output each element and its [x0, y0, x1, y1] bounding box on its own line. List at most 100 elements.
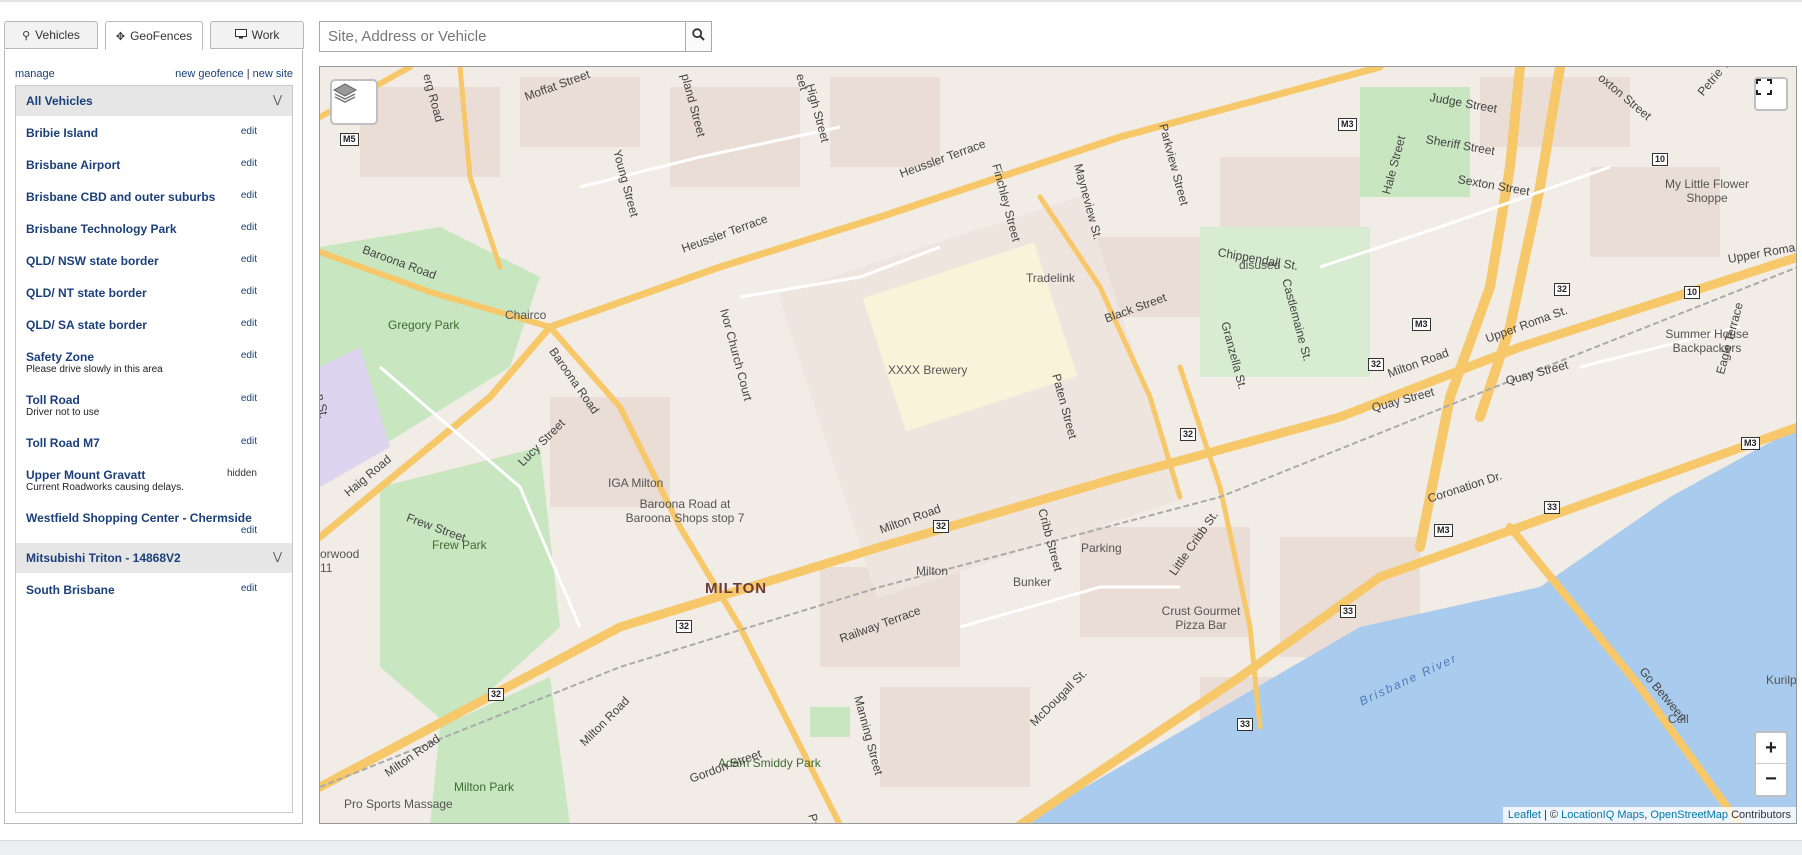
edit-link[interactable]: edit	[241, 436, 257, 447]
zoom-control: + −	[1754, 731, 1788, 797]
route-shield: M3	[1741, 437, 1760, 450]
route-shield: 33	[1237, 718, 1254, 731]
place-label: Baroona Road at Baroona Shops stop 7	[625, 497, 745, 525]
leaflet-link[interactable]: Leaflet	[1508, 809, 1541, 821]
tab-geofences[interactable]: ✥ GeoFences	[105, 21, 203, 51]
edit-link[interactable]: edit	[241, 393, 257, 404]
route-shield: M3	[1338, 118, 1357, 131]
search-button[interactable]	[685, 21, 712, 52]
list-item: QLD/ NT state border edit	[16, 276, 292, 308]
park-label: Gregory Park	[388, 318, 460, 332]
route-shield: 33	[1544, 501, 1561, 514]
route-shield: 33	[1340, 605, 1357, 618]
edit-link[interactable]: edit	[241, 158, 257, 169]
route-shield: 10	[1652, 153, 1669, 166]
tab-vehicles[interactable]: ⚲ Vehicles	[4, 21, 98, 49]
place-label: XXXX Brewery	[888, 363, 968, 377]
geofence-name[interactable]: Brisbane Airport	[26, 158, 120, 172]
fullscreen-button[interactable]	[1754, 77, 1788, 111]
geofence-name[interactable]: Westfield Shopping Center - Chermside	[26, 511, 252, 525]
map[interactable]: MILTON Gregory Park Frew Park Milton Par…	[319, 66, 1797, 824]
chevron-double-down-icon[interactable]: ⋁︎	[273, 550, 282, 563]
tab-work[interactable]: Work	[210, 21, 304, 49]
geofence-name[interactable]: Toll Road	[26, 393, 80, 407]
geofence-name[interactable]: Safety Zone	[26, 350, 94, 364]
place-label: Crust Gourmet Pizza Bar	[1161, 604, 1241, 632]
tab-work-label: Work	[251, 28, 280, 42]
edit-link[interactable]: edit	[241, 222, 257, 233]
geofence-name[interactable]: Upper Mount Gravatt	[26, 468, 145, 482]
geofence-list: All Vehicles ⋁︎ Bribie Island edit Brisb…	[15, 85, 293, 813]
edit-link[interactable]: edit	[241, 254, 257, 265]
group-name: Mitsubishi Triton - 14868V2	[26, 551, 181, 565]
place-label: My Little Flower Shoppe	[1664, 177, 1750, 205]
bottom-bar	[0, 840, 1802, 855]
geofence-name[interactable]: QLD/ SA state border	[26, 318, 147, 332]
search-input[interactable]	[319, 21, 686, 52]
list-item: Brisbane Technology Park edit	[16, 212, 292, 244]
geofence-panel: manage new geofence | new site All Vehic…	[4, 50, 303, 824]
geofence-description: Driver not to use	[26, 407, 100, 418]
place-label: Parking	[1081, 541, 1122, 555]
hidden-status: hidden	[226, 468, 257, 479]
map-marker-icon: ⚲	[22, 29, 31, 42]
edit-link[interactable]: edit	[241, 318, 257, 329]
geofence-name[interactable]: Brisbane Technology Park	[26, 222, 177, 236]
place-label: Milton	[916, 564, 949, 578]
route-shield: 32	[933, 520, 950, 533]
attribution-suffix: Contributors	[1731, 809, 1791, 821]
geofence-name[interactable]: Bribie Island	[26, 126, 98, 140]
list-item: Brisbane CBD and outer suburbs edit	[16, 180, 292, 212]
tab-vehicles-label: Vehicles	[35, 28, 80, 42]
route-shield: 10	[1684, 286, 1701, 299]
attribution-comma: ,	[1644, 809, 1648, 821]
route-shield: M3	[1434, 524, 1453, 537]
list-item: Brisbane Airport edit	[16, 148, 292, 180]
route-shield: M5	[340, 133, 359, 146]
list-item: Bribie Island edit	[16, 116, 292, 148]
park-label: Milton Park	[454, 780, 515, 794]
edit-link[interactable]: edit	[241, 583, 257, 594]
place-label: Pro Sports Massage	[344, 797, 453, 811]
place-label: 11	[320, 561, 333, 575]
manage-link[interactable]: manage	[15, 68, 55, 80]
list-item: Toll Road M7 edit	[16, 426, 292, 458]
edit-link[interactable]: edit	[241, 286, 257, 297]
geofence-name[interactable]: QLD/ NT state border	[26, 286, 147, 300]
edit-link[interactable]: edit	[241, 190, 257, 201]
place-label: IGA Milton	[608, 476, 664, 490]
list-item: Safety Zone Please drive slowly in this …	[16, 340, 292, 383]
route-shield: 32	[488, 688, 505, 701]
route-shield: 32	[1180, 428, 1197, 441]
route-shield: 32	[1554, 283, 1571, 296]
edit-link[interactable]: edit	[241, 350, 257, 361]
locationiq-link[interactable]: LocationIQ Maps	[1561, 809, 1644, 821]
new-geofence-link[interactable]: new geofence	[175, 68, 244, 80]
new-site-link[interactable]: new site	[253, 68, 293, 80]
osm-link[interactable]: OpenStreetMap	[1650, 809, 1728, 821]
list-item: Westfield Shopping Center - Chermside ed…	[16, 501, 292, 543]
map-attribution: Leaflet | © LocationIQ Maps, OpenStreetM…	[1502, 807, 1796, 823]
panel-toolbar: manage new geofence | new site	[15, 68, 293, 82]
geofence-name[interactable]: Brisbane CBD and outer suburbs	[26, 190, 215, 204]
chevron-double-down-icon[interactable]: ⋁︎	[273, 93, 282, 106]
geofence-name[interactable]: Toll Road M7	[26, 436, 100, 450]
search-bar	[319, 21, 712, 52]
zoom-out-button[interactable]: −	[1756, 764, 1786, 794]
route-shield: 32	[1368, 358, 1385, 371]
group-header-vehicle[interactable]: Mitsubishi Triton - 14868V2 ⋁︎	[16, 543, 292, 573]
geofence-name[interactable]: South Brisbane	[26, 583, 115, 597]
edit-link[interactable]: edit	[241, 525, 257, 536]
attribution-separator: | ©	[1543, 809, 1559, 821]
layers-control[interactable]	[330, 79, 378, 125]
list-item: Upper Mount Gravatt Current Roadworks ca…	[16, 458, 292, 501]
list-item: Toll Road Driver not to use edit	[16, 383, 292, 426]
place-label: Summer House Backpackers	[1665, 327, 1749, 355]
group-header-all-vehicles[interactable]: All Vehicles ⋁︎	[16, 86, 292, 116]
place-label: Kurilp	[1766, 673, 1797, 687]
route-shield: 32	[676, 620, 693, 633]
place-label: Chairco	[505, 308, 547, 322]
geofence-name[interactable]: QLD/ NSW state border	[26, 254, 159, 268]
edit-link[interactable]: edit	[241, 126, 257, 137]
zoom-in-button[interactable]: +	[1756, 733, 1786, 764]
